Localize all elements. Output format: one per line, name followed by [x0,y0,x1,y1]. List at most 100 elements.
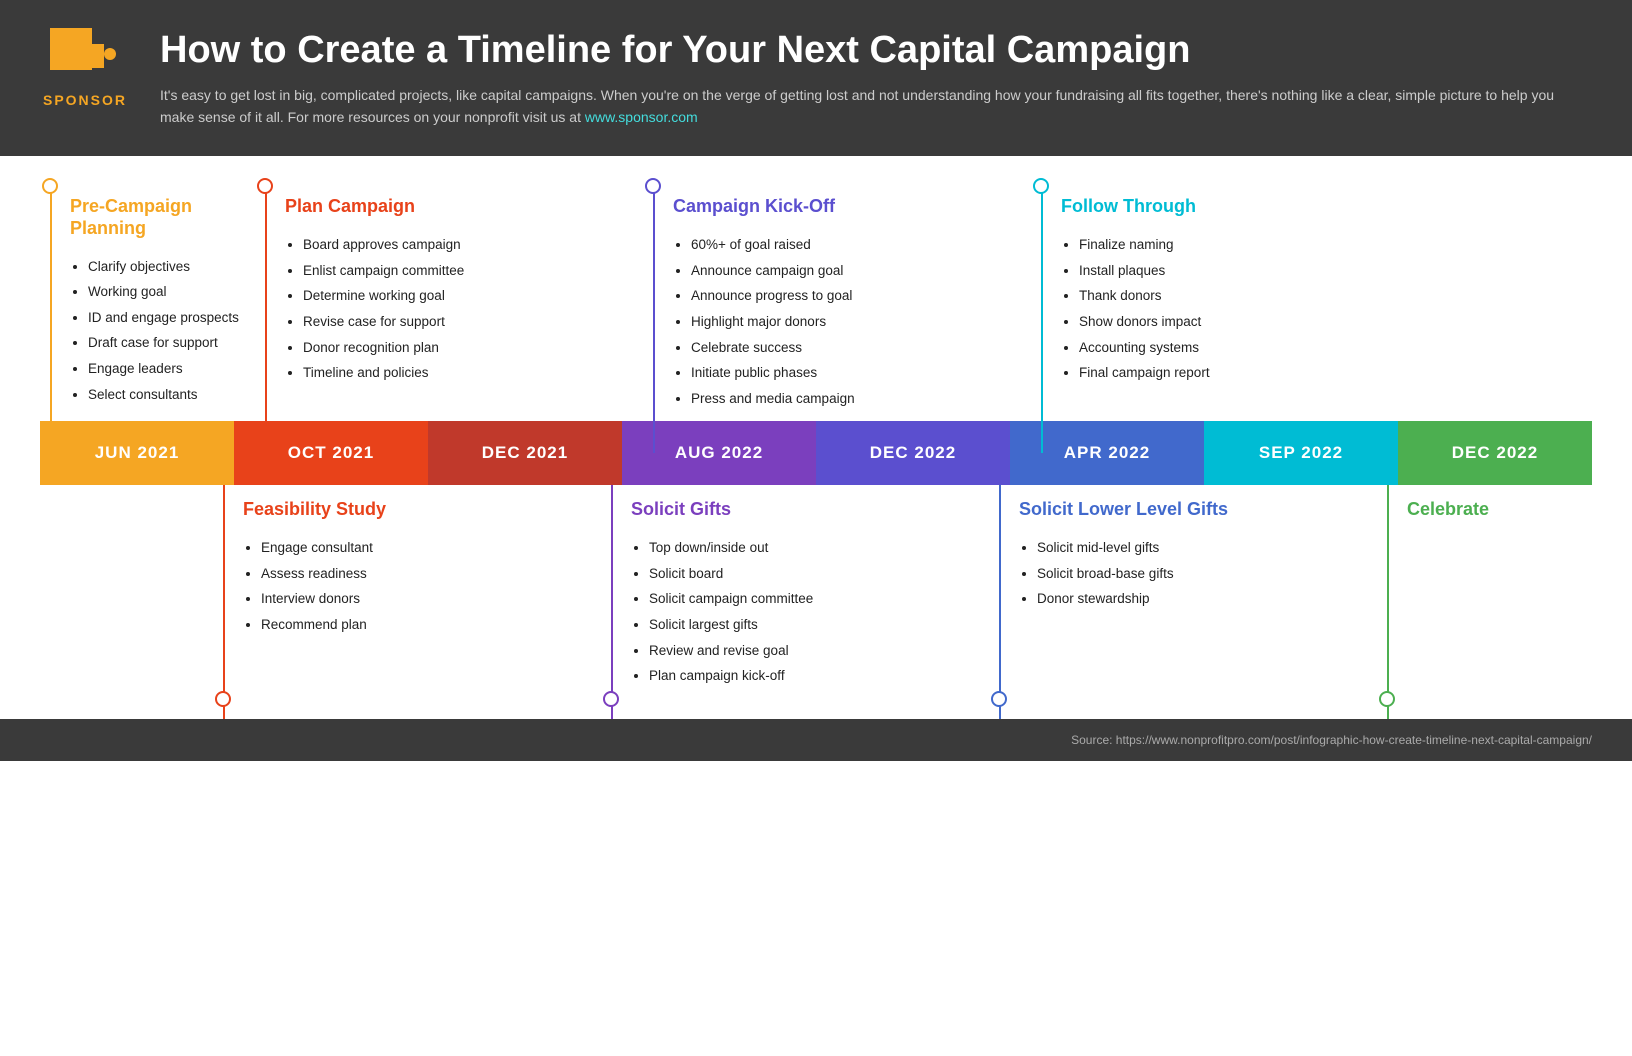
list-item: Accounting systems [1079,335,1580,361]
list-item: Solicit board [649,561,977,587]
line-follow-through [1041,186,1043,453]
items-solicit-lower: Solicit mid-level gifts Solicit broad-ba… [1019,535,1365,612]
logo: SPONSOR [40,28,130,108]
list-item: Revise case for support [303,309,631,335]
items-feasibility: Engage consultant Assess readiness Inter… [243,535,589,638]
bottom-sections: Feasibility Study Engage consultant Asse… [40,485,1592,698]
timeline-bar: JUN 2021 OCT 2021 DEC 2021 AUG 2022 DEC … [40,421,1592,485]
date-dec-2022-2: DEC 2022 [1398,421,1592,485]
title-kickoff: Campaign Kick-Off [673,196,1019,218]
list-item: Recommend plan [261,612,589,638]
list-item: Announce progress to goal [691,283,1019,309]
list-item: Engage consultant [261,535,589,561]
list-item: Top down/inside out [649,535,977,561]
list-item: Solicit broad-base gifts [1037,561,1365,587]
section-campaign-kickoff: Campaign Kick-Off 60%+ of goal raised An… [643,186,1031,421]
line-feasibility [223,485,225,718]
list-item: Solicit mid-level gifts [1037,535,1365,561]
title-plan-campaign: Plan Campaign [285,196,631,218]
date-jun-2021: JUN 2021 [40,421,234,485]
header-link[interactable]: www.sponsor.com [585,109,698,125]
list-item: Celebrate success [691,335,1019,361]
section-follow-through: Follow Through Finalize naming Install p… [1031,186,1592,421]
section-solicit-gifts: Solicit Gifts Top down/inside out Solici… [601,485,989,698]
title-pre-campaign: Pre-Campaign Planning [70,196,243,239]
list-item: Donor recognition plan [303,335,631,361]
section-celebrate: Celebrate [1377,485,1592,698]
items-follow-through: Finalize naming Install plaques Thank do… [1061,232,1580,386]
date-apr-2022: APR 2022 [1010,421,1204,485]
empty-col-1 [40,485,213,698]
title-feasibility: Feasibility Study [243,499,589,521]
line-solicit-lower [999,485,1001,718]
items-pre-campaign: Clarify objectives Working goal ID and e… [70,254,243,408]
header-desc: It's easy to get lost in big, complicate… [160,84,1592,129]
header: SPONSOR How to Create a Timeline for You… [0,0,1632,156]
footer: Source: https://www.nonprofitpro.com/pos… [0,719,1632,761]
list-item: Final campaign report [1079,360,1580,386]
header-content: How to Create a Timeline for Your Next C… [160,28,1592,128]
line-plan-campaign [265,186,267,453]
list-item: Show donors impact [1079,309,1580,335]
list-item: ID and engage prospects [88,305,243,331]
line-pre-campaign [50,186,52,453]
list-item: Finalize naming [1079,232,1580,258]
list-item: Announce campaign goal [691,258,1019,284]
timeline-wrapper: Pre-Campaign Planning Clarify objectives… [40,186,1592,699]
items-solicit-gifts: Top down/inside out Solicit board Solici… [631,535,977,689]
circle-solicit-gifts-bottom [603,691,619,707]
circle-solicit-lower-bottom [991,691,1007,707]
circle-celebrate-bottom [1379,691,1395,707]
list-item: Solicit campaign committee [649,586,977,612]
list-item: Draft case for support [88,330,243,356]
list-item: Enlist campaign committee [303,258,631,284]
top-sections: Pre-Campaign Planning Clarify objectives… [40,186,1592,421]
list-item: Press and media campaign [691,386,1019,412]
list-item: Working goal [88,279,243,305]
items-kickoff: 60%+ of goal raised Announce campaign go… [673,232,1019,411]
list-item: Select consultants [88,382,243,408]
logo-icon [50,28,120,88]
list-item: Assess readiness [261,561,589,587]
date-aug-2022: AUG 2022 [622,421,816,485]
title-celebrate: Celebrate [1407,499,1580,521]
circle-kickoff-top [645,178,661,194]
list-item: Review and revise goal [649,638,977,664]
date-dec-2022-1: DEC 2022 [816,421,1010,485]
logo-text: SPONSOR [43,92,127,108]
list-item: Install plaques [1079,258,1580,284]
circle-plan-campaign-top [257,178,273,194]
footer-source: Source: https://www.nonprofitpro.com/pos… [40,733,1592,747]
list-item: 60%+ of goal raised [691,232,1019,258]
circle-feasibility-bottom [215,691,231,707]
list-item: Thank donors [1079,283,1580,309]
list-item: Board approves campaign [303,232,631,258]
title-follow-through: Follow Through [1061,196,1580,218]
date-sep-2022: SEP 2022 [1204,421,1398,485]
list-item: Donor stewardship [1037,586,1365,612]
list-item: Timeline and policies [303,360,631,386]
list-item: Plan campaign kick-off [649,663,977,689]
line-solicit-gifts [611,485,613,718]
line-kickoff [653,186,655,453]
list-item: Highlight major donors [691,309,1019,335]
header-title: How to Create a Timeline for Your Next C… [160,28,1592,74]
section-feasibility: Feasibility Study Engage consultant Asse… [213,485,601,698]
items-plan-campaign: Board approves campaign Enlist campaign … [285,232,631,386]
list-item: Engage leaders [88,356,243,382]
list-item: Interview donors [261,586,589,612]
title-solicit-gifts: Solicit Gifts [631,499,977,521]
section-pre-campaign: Pre-Campaign Planning Clarify objectives… [40,186,255,421]
list-item: Solicit largest gifts [649,612,977,638]
main-content: Pre-Campaign Planning Clarify objectives… [0,156,1632,719]
title-solicit-lower: Solicit Lower Level Gifts [1019,499,1365,521]
date-dec-2021: DEC 2021 [428,421,622,485]
line-celebrate [1387,485,1389,718]
circle-pre-campaign-top [42,178,58,194]
section-solicit-lower: Solicit Lower Level Gifts Solicit mid-le… [989,485,1377,698]
section-plan-campaign: Plan Campaign Board approves campaign En… [255,186,643,421]
circle-follow-through-top [1033,178,1049,194]
date-oct-2021: OCT 2021 [234,421,428,485]
list-item: Clarify objectives [88,254,243,280]
list-item: Initiate public phases [691,360,1019,386]
